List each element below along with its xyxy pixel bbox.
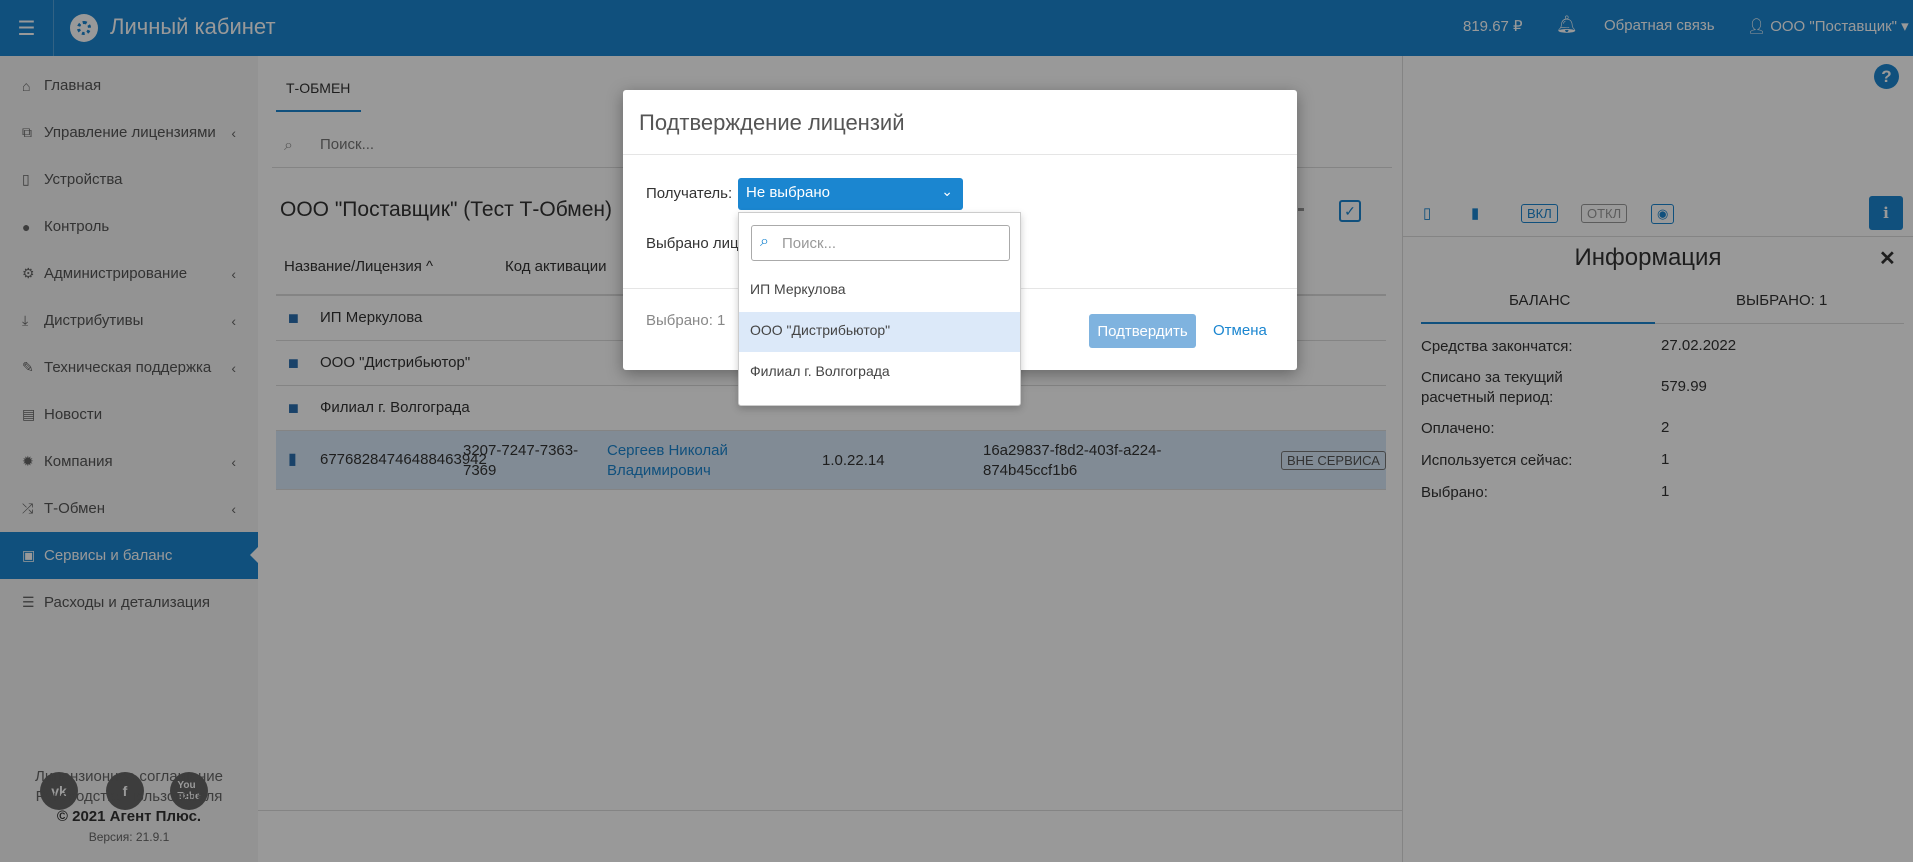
recipient-select-value: Не выбрано [746, 184, 830, 201]
dropdown-option[interactable]: Филиал г. Волгограда [739, 353, 1020, 393]
recipient-dropdown: ⌕ Поиск... ИП Меркулова ООО "Дистрибьюто… [738, 212, 1021, 406]
recipient-label: Получатель: [646, 185, 733, 202]
dropdown-search-input[interactable]: ⌕ Поиск... [751, 225, 1010, 261]
recipient-select[interactable]: Не выбрано ⌄ [738, 178, 963, 210]
dropdown-option[interactable]: ИП Меркулова [739, 271, 1020, 311]
dialog-title: Подтверждение лицензий [639, 110, 905, 135]
selected-licenses-label: Выбрано лиц [646, 235, 739, 252]
chevron-down-icon: ⌄ [941, 183, 953, 199]
dropdown-option-highlighted[interactable]: ООО "Дистрибьютор" [739, 312, 1020, 352]
footer-selected-count: Выбрано: 1 [646, 312, 726, 329]
dialog-header-divider [623, 154, 1297, 155]
confirm-button[interactable]: Подтвердить [1089, 314, 1196, 348]
dropdown-search-placeholder: Поиск... [782, 235, 837, 252]
cancel-button[interactable]: Отмена [1213, 322, 1267, 339]
search-icon: ⌕ [760, 233, 769, 250]
